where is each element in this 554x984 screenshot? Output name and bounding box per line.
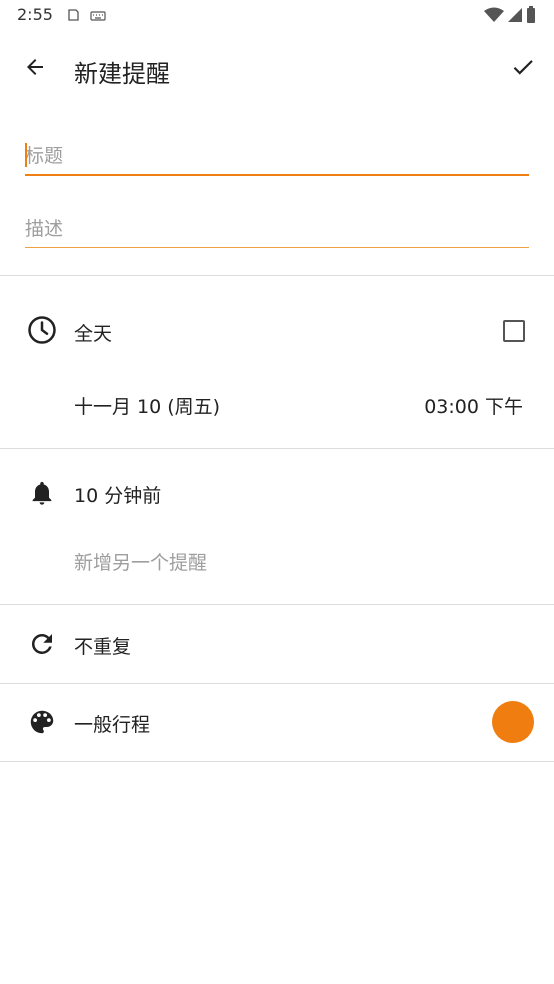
- divider: [0, 604, 554, 605]
- battery-icon: [526, 6, 536, 27]
- page-title: 新建提醒: [74, 60, 170, 88]
- repeat-icon: [26, 628, 58, 660]
- arrow-left-icon: [23, 55, 47, 83]
- text-cursor: [25, 143, 27, 167]
- status-bar: 2:55: [0, 0, 554, 30]
- add-reminder-button[interactable]: 新增另一个提醒: [74, 548, 207, 575]
- signal-icon: [507, 7, 523, 27]
- bell-icon: [26, 477, 58, 509]
- category-option[interactable]: 一般行程: [74, 710, 150, 737]
- palette-icon: [26, 706, 58, 738]
- check-icon: [510, 54, 536, 84]
- time-picker[interactable]: 03:00 下午: [424, 392, 523, 419]
- divider: [0, 761, 554, 762]
- divider: [0, 683, 554, 684]
- divider: [0, 275, 554, 276]
- wifi-icon: [484, 7, 504, 27]
- status-time: 2:55: [17, 5, 53, 24]
- screenshot-icon: [66, 7, 80, 26]
- title-input[interactable]: [25, 138, 529, 176]
- divider: [0, 448, 554, 449]
- clock-icon: [26, 314, 58, 346]
- save-button[interactable]: [508, 54, 538, 84]
- keyboard-icon: [90, 7, 106, 26]
- category-color-swatch[interactable]: [492, 701, 534, 743]
- repeat-option[interactable]: 不重复: [74, 632, 131, 659]
- status-left-icons: [66, 7, 106, 26]
- reminder-item[interactable]: 10 分钟前: [74, 481, 161, 508]
- app-bar: 新建提醒: [0, 40, 554, 98]
- back-button[interactable]: [20, 54, 50, 84]
- description-input[interactable]: [25, 211, 529, 248]
- all-day-checkbox[interactable]: [503, 320, 525, 342]
- all-day-label: 全天: [74, 323, 113, 345]
- date-picker[interactable]: 十一月 10 (周五): [74, 392, 220, 419]
- status-right-icons: [484, 6, 536, 27]
